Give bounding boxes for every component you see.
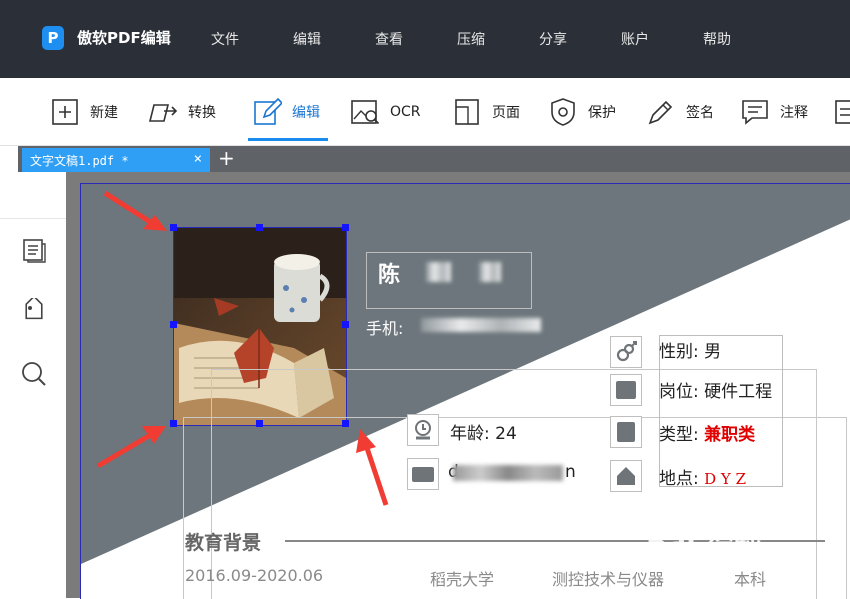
sign-label: 签名: [686, 105, 714, 121]
convert-button[interactable]: 转换: [148, 92, 216, 132]
new-button[interactable]: 新建: [50, 92, 118, 132]
ocr-label: OCR: [390, 104, 421, 120]
resize-handle-left[interactable]: [170, 321, 177, 328]
page-button[interactable]: 页面: [452, 92, 520, 132]
search-icon[interactable]: [20, 360, 48, 388]
email-icon: [407, 458, 439, 490]
close-tab-icon[interactable]: ×: [194, 151, 202, 167]
resize-handle-top[interactable]: [256, 224, 263, 231]
sidebar-divider: [0, 218, 66, 219]
edu-major[interactable]: 测控技术与仪器: [552, 566, 664, 590]
menu-compress[interactable]: 压缩: [457, 29, 485, 49]
briefcase-icon: [610, 374, 642, 406]
phone-label[interactable]: 手机:: [366, 315, 403, 339]
position-text[interactable]: 岗位: 硬件工程: [659, 377, 772, 402]
edit-button[interactable]: 编辑: [252, 92, 320, 132]
name-text[interactable]: 陈: [378, 257, 400, 289]
add-tab-icon[interactable]: +: [218, 147, 235, 169]
age-clock-icon: [407, 414, 439, 446]
tab-bar: 文字文稿1.pdf * × +: [18, 146, 850, 172]
shield-icon: [551, 98, 575, 126]
location-text[interactable]: 地点: D Y Z: [659, 464, 746, 489]
education-heading[interactable]: 教育背景: [185, 528, 261, 555]
convert-label: 转换: [188, 105, 216, 121]
document-type-icon: [610, 416, 642, 448]
page-label: 页面: [492, 105, 520, 121]
annotate-label: 注释: [780, 105, 808, 121]
page-icon: [455, 99, 479, 125]
thumbnails-icon[interactable]: [20, 236, 48, 264]
ocr-button[interactable]: OCR: [350, 92, 421, 132]
name-redaction-2: [479, 262, 501, 282]
email-text-end[interactable]: n: [565, 462, 576, 482]
menu-share[interactable]: 分享: [539, 29, 567, 49]
pen-sign-icon: [648, 100, 673, 125]
title-bar: P 傲软PDF编辑 文件 编辑 查看 压缩 分享 账户 帮助: [0, 0, 850, 78]
home-icon: [610, 460, 642, 492]
red-arrow-top-left: [103, 190, 167, 231]
menu-file[interactable]: 文件: [211, 29, 239, 49]
document-tab-title: 文字文稿1.pdf *: [30, 153, 129, 168]
bookmark-tag-icon[interactable]: [20, 298, 48, 326]
comment-icon: [742, 100, 768, 125]
app-logo-icon: P: [42, 26, 64, 50]
protect-label: 保护: [588, 105, 616, 121]
edu-school[interactable]: 稻壳大学: [430, 566, 494, 590]
edit-label: 编辑: [292, 105, 320, 121]
red-arrow-bottom-right: [356, 429, 389, 506]
active-tool-indicator: [248, 138, 328, 141]
type-text[interactable]: 类型: 兼职类: [659, 420, 755, 445]
menu-account[interactable]: 账户: [621, 29, 649, 49]
annotate-button[interactable]: 注释: [740, 92, 808, 132]
pencil-edit-icon: [254, 97, 282, 125]
edu-period[interactable]: 2016.09-2020.06: [185, 566, 323, 585]
location-value: D Y Z: [704, 470, 747, 488]
age-text[interactable]: 年龄: 24: [450, 419, 517, 444]
location-label: 地点:: [659, 469, 705, 489]
gender-icon: [610, 336, 642, 368]
watermark-logo: Bai 经验: [646, 525, 762, 558]
ocr-image-search-icon: [351, 100, 380, 125]
gender-text[interactable]: 性别: 男: [659, 337, 721, 362]
menu-view[interactable]: 查看: [375, 29, 403, 49]
app-name: 傲软PDF编辑: [77, 29, 171, 47]
red-arrow-bottom-left: [96, 426, 166, 469]
watermark-url: jingyan.baidu.com: [690, 560, 792, 573]
protect-button[interactable]: 保护: [548, 92, 616, 132]
type-label: 类型:: [659, 425, 705, 445]
new-label: 新建: [90, 105, 118, 121]
type-value: 兼职类: [704, 425, 756, 445]
main-toolbar: 新建 转换 编辑 OCR 页面 保护 签名 注释: [0, 78, 850, 146]
menu-edit[interactable]: 编辑: [293, 29, 321, 49]
resize-handle-top-right[interactable]: [342, 224, 349, 231]
more-tool-button[interactable]: [834, 92, 850, 132]
convert-icon: [148, 104, 178, 122]
resize-handle-right[interactable]: [342, 321, 349, 328]
more-tool-icon: [835, 100, 850, 124]
plus-square-icon: [52, 99, 78, 125]
left-sidebar: [0, 172, 67, 598]
name-redaction: [426, 262, 451, 282]
email-redaction: [453, 465, 563, 481]
phone-redaction: [421, 318, 541, 332]
sign-button[interactable]: 签名: [646, 92, 714, 132]
menu-help[interactable]: 帮助: [703, 29, 731, 49]
document-tab[interactable]: 文字文稿1.pdf * ×: [22, 148, 210, 172]
